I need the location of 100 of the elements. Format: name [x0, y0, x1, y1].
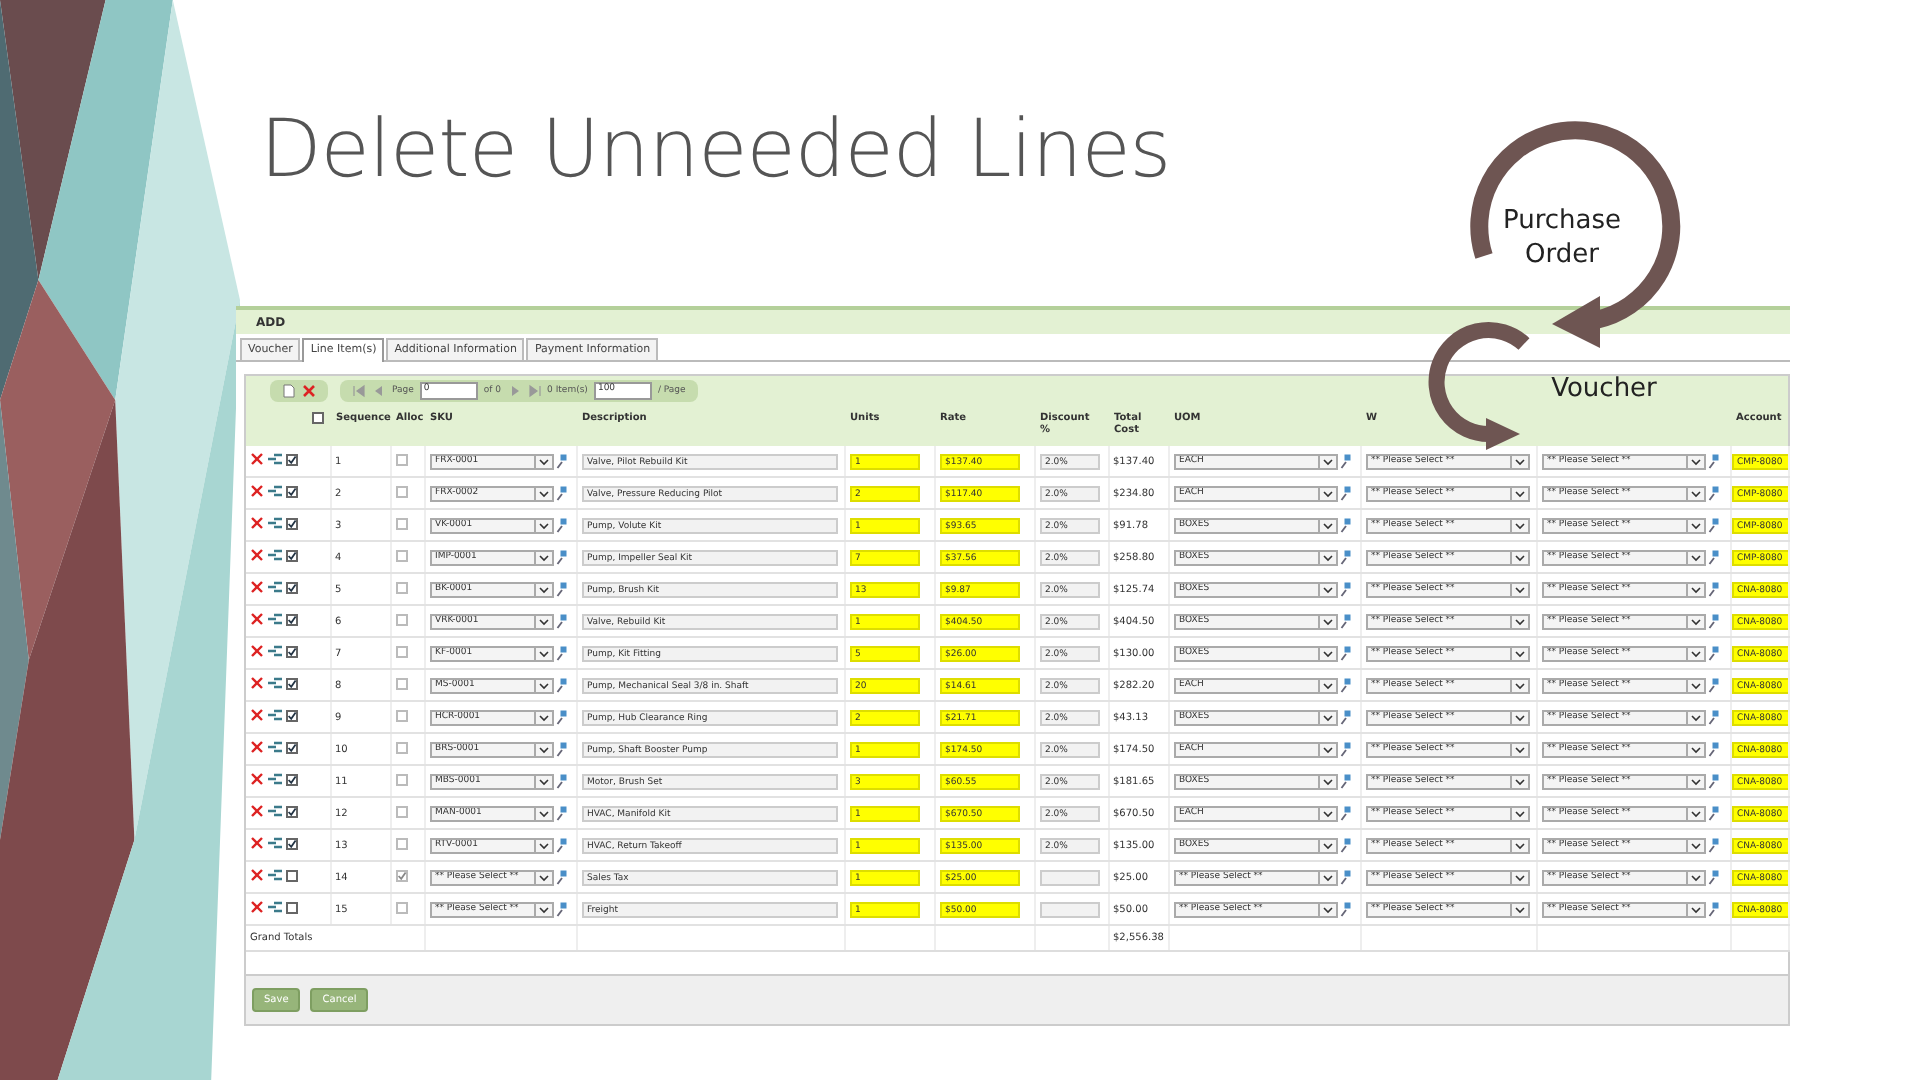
checkbox[interactable] [395, 838, 407, 851]
lookup-icon[interactable] [1707, 741, 1719, 757]
checkbox[interactable] [286, 549, 298, 561]
split-icon[interactable] [268, 772, 282, 786]
lookup-icon[interactable] [1707, 485, 1719, 501]
lookup-icon[interactable] [555, 901, 567, 917]
delete-icon[interactable] [250, 644, 264, 658]
checkbox[interactable] [286, 741, 298, 753]
lookup-icon[interactable] [1339, 741, 1351, 757]
lookup-icon[interactable] [1339, 773, 1351, 789]
lookup-icon[interactable] [1339, 485, 1351, 501]
lookup-icon[interactable] [1339, 709, 1351, 725]
delete-icon[interactable] [250, 836, 264, 850]
checkbox[interactable] [395, 550, 407, 563]
lookup-icon[interactable] [555, 453, 567, 469]
lookup-icon[interactable] [1339, 677, 1351, 693]
lookup-icon[interactable] [1339, 837, 1351, 853]
checkbox[interactable] [286, 773, 298, 785]
checkbox[interactable] [395, 646, 407, 659]
split-icon[interactable] [268, 836, 282, 850]
checkbox[interactable] [286, 485, 298, 497]
lookup-icon[interactable] [1339, 645, 1351, 661]
delete-icon[interactable] [250, 612, 264, 626]
split-icon[interactable] [268, 900, 282, 914]
checkbox[interactable] [395, 678, 407, 691]
lookup-icon[interactable] [555, 613, 567, 629]
lookup-icon[interactable] [555, 869, 567, 885]
split-icon[interactable] [268, 580, 282, 594]
checkbox[interactable] [395, 486, 407, 499]
delete-icon[interactable] [250, 868, 264, 882]
checkbox[interactable] [395, 870, 407, 883]
checkbox[interactable] [286, 645, 298, 657]
checkbox[interactable] [286, 613, 298, 625]
delete-icon[interactable] [250, 740, 264, 754]
delete-icon[interactable] [302, 384, 316, 398]
lookup-icon[interactable] [1707, 805, 1719, 821]
lookup-icon[interactable] [555, 485, 567, 501]
checkbox[interactable] [395, 582, 407, 595]
split-icon[interactable] [268, 708, 282, 722]
lookup-icon[interactable] [1707, 517, 1719, 533]
checkbox[interactable] [395, 710, 407, 723]
lookup-icon[interactable] [555, 581, 567, 597]
lookup-icon[interactable] [555, 549, 567, 565]
lookup-icon[interactable] [555, 677, 567, 693]
new-document-icon[interactable] [282, 384, 296, 398]
checkbox[interactable] [286, 837, 298, 849]
checkbox[interactable] [286, 901, 298, 913]
checkbox[interactable] [312, 412, 324, 424]
delete-icon[interactable] [250, 452, 264, 466]
delete-icon[interactable] [250, 580, 264, 594]
lookup-icon[interactable] [1707, 837, 1719, 853]
lookup-icon[interactable] [1707, 773, 1719, 789]
lookup-icon[interactable] [1339, 453, 1351, 469]
checkbox[interactable] [395, 806, 407, 819]
lookup-icon[interactable] [555, 773, 567, 789]
lookup-icon[interactable] [555, 645, 567, 661]
split-icon[interactable] [268, 548, 282, 562]
lookup-icon[interactable] [1707, 677, 1719, 693]
checkbox[interactable] [395, 902, 407, 915]
checkbox[interactable] [395, 454, 407, 467]
lookup-icon[interactable] [555, 837, 567, 853]
lookup-icon[interactable] [1707, 549, 1719, 565]
lookup-icon[interactable] [1707, 581, 1719, 597]
lookup-icon[interactable] [1707, 613, 1719, 629]
lookup-icon[interactable] [1339, 869, 1351, 885]
delete-icon[interactable] [250, 772, 264, 786]
split-icon[interactable] [268, 644, 282, 658]
lookup-icon[interactable] [1707, 901, 1719, 917]
split-icon[interactable] [268, 804, 282, 818]
split-icon[interactable] [268, 740, 282, 754]
delete-icon[interactable] [250, 900, 264, 914]
checkbox[interactable] [286, 517, 298, 529]
discount-field[interactable] [1039, 901, 1099, 917]
delete-icon[interactable] [250, 804, 264, 818]
lookup-icon[interactable] [1707, 645, 1719, 661]
lookup-icon[interactable] [555, 805, 567, 821]
lookup-icon[interactable] [1339, 805, 1351, 821]
lookup-icon[interactable] [1707, 709, 1719, 725]
split-icon[interactable] [268, 868, 282, 882]
lookup-icon[interactable] [1339, 613, 1351, 629]
delete-icon[interactable] [250, 484, 264, 498]
split-icon[interactable] [268, 516, 282, 530]
checkbox[interactable] [395, 518, 407, 531]
lookup-icon[interactable] [1339, 901, 1351, 917]
checkbox[interactable] [395, 774, 407, 787]
checkbox[interactable] [286, 677, 298, 689]
checkbox[interactable] [286, 581, 298, 593]
delete-icon[interactable] [250, 708, 264, 722]
lookup-icon[interactable] [1707, 869, 1719, 885]
split-icon[interactable] [268, 484, 282, 498]
delete-icon[interactable] [250, 516, 264, 530]
lookup-icon[interactable] [1339, 581, 1351, 597]
discount-field[interactable] [1039, 869, 1099, 885]
lookup-icon[interactable] [1339, 549, 1351, 565]
split-icon[interactable] [268, 676, 282, 690]
delete-icon[interactable] [250, 548, 264, 562]
split-icon[interactable] [268, 452, 282, 466]
lookup-icon[interactable] [555, 709, 567, 725]
lookup-icon[interactable] [555, 741, 567, 757]
checkbox[interactable] [286, 709, 298, 721]
